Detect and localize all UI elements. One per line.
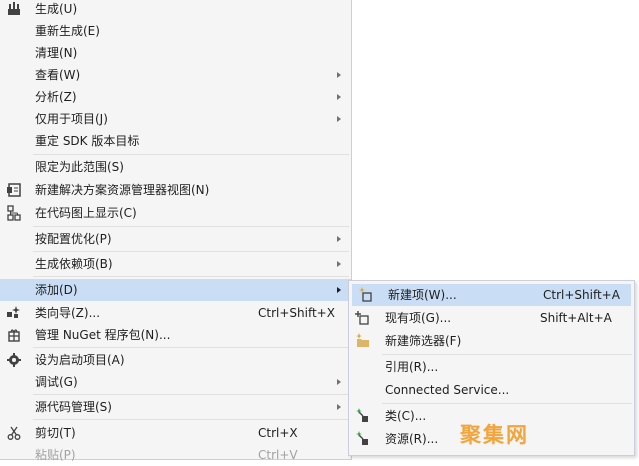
menu-item-label: 在代码图上显示(C) xyxy=(35,206,137,220)
scissors-icon xyxy=(6,425,22,441)
menu-item-add[interactable]: 添加(D) xyxy=(0,279,351,301)
menu-item-label: 调试(G) xyxy=(35,375,78,389)
menu-item-label: 设为启动项目(A) xyxy=(35,353,125,367)
menu-item-source-control[interactable]: 源代码管理(S) xyxy=(0,396,351,418)
menu-separator xyxy=(33,251,349,252)
menu-separator xyxy=(33,394,349,395)
menu-item-label: 管理 NuGet 程序包(N)... xyxy=(35,328,171,342)
menu-item-scope-to-this[interactable]: 限定为此范围(S) xyxy=(0,156,351,178)
menu-item-label: 重新生成(E) xyxy=(35,24,100,38)
menu-item-label: 限定为此范围(S) xyxy=(35,160,124,174)
shortcut-text: Ctrl+Shift+A xyxy=(543,288,620,302)
menu-separator xyxy=(33,276,349,277)
menu-separator xyxy=(382,354,632,355)
watermark-logo: 聚集网 xyxy=(460,423,529,447)
menu-separator xyxy=(33,419,349,420)
menu-item-paste[interactable]: 粘贴(P) Ctrl+V xyxy=(0,444,351,466)
existing-item-icon xyxy=(355,310,371,326)
menu-item-rebuild[interactable]: 重新生成(E) xyxy=(0,20,351,42)
shortcut-text: Ctrl+X xyxy=(258,426,298,440)
menu-item-label: 引用(R)... xyxy=(385,360,439,374)
nuget-icon xyxy=(6,327,22,343)
startup-gear-icon xyxy=(6,352,22,368)
menu-item-build[interactable]: 生成(U) xyxy=(0,0,351,20)
menu-item-label: 按配置优化(P) xyxy=(35,232,112,246)
menu-item-label: 新建解决方案资源管理器视图(N) xyxy=(35,183,210,197)
menu-item-label: 粘贴(P) xyxy=(35,448,76,462)
menu-item-label: Connected Service... xyxy=(385,383,510,397)
menu-item-set-startup[interactable]: 设为启动项目(A) xyxy=(0,349,351,371)
menu-item-project-only[interactable]: 仅用于项目(J) xyxy=(0,108,351,130)
menu-item-label: 生成(U) xyxy=(35,2,78,16)
menu-item-analyze[interactable]: 分析(Z) xyxy=(0,86,351,108)
new-item-icon xyxy=(358,287,374,303)
shortcut-text: Ctrl+Shift+X xyxy=(258,306,335,320)
shortcut-text: Shift+Alt+A xyxy=(540,311,612,325)
menu-item-label: 重定 SDK 版本目标 xyxy=(35,134,140,148)
menu-item-label: 资源(R)... xyxy=(385,432,439,446)
new-filter-folder-icon xyxy=(355,333,371,349)
menu-item-clean[interactable]: 清理(N) xyxy=(0,42,351,64)
menu-item-label: 类(C)... xyxy=(385,409,427,423)
submenu-item-reference[interactable]: 引用(R)... xyxy=(349,356,634,378)
menu-separator xyxy=(33,347,349,348)
resource-icon xyxy=(355,431,371,447)
menu-item-label: 新建项(W)... xyxy=(388,288,457,302)
menu-item-cut[interactable]: 剪切(T) Ctrl+X xyxy=(0,422,351,444)
menu-item-pgo[interactable]: 按配置优化(P) xyxy=(0,228,351,250)
submenu-arrow-icon xyxy=(337,287,341,293)
submenu-item-new-filter[interactable]: 新建筛选器(F) xyxy=(349,330,634,352)
menu-item-label: 生成依赖项(B) xyxy=(35,257,113,271)
submenu-arrow-icon xyxy=(337,379,341,385)
menu-item-label: 类向导(Z)... xyxy=(35,306,101,320)
submenu-arrow-icon xyxy=(337,116,341,122)
menu-item-class-wizard[interactable]: 类向导(Z)... Ctrl+Shift+X xyxy=(0,302,351,324)
menu-item-label: 清理(N) xyxy=(35,46,78,60)
submenu-arrow-icon xyxy=(337,94,341,100)
menu-item-manage-nuget[interactable]: 管理 NuGet 程序包(N)... xyxy=(0,324,351,346)
menu-item-build-dependencies[interactable]: 生成依赖项(B) xyxy=(0,253,351,275)
submenu-item-new-item[interactable]: 新建项(W)... Ctrl+Shift+A xyxy=(352,284,631,306)
submenu-item-connected-service[interactable]: Connected Service... xyxy=(349,379,634,401)
menu-item-label: 源代码管理(S) xyxy=(35,400,112,414)
menu-item-show-on-code-map[interactable]: 在代码图上显示(C) xyxy=(0,202,351,224)
menu-separator xyxy=(382,403,632,404)
menu-item-label: 现有项(G)... xyxy=(385,311,452,325)
new-explorer-view-icon xyxy=(6,182,22,198)
menu-separator xyxy=(33,226,349,227)
build-icon xyxy=(6,1,22,17)
menu-item-new-explorer-view[interactable]: 新建解决方案资源管理器视图(N) xyxy=(0,179,351,201)
menu-item-label: 查看(W) xyxy=(35,68,81,82)
menu-item-label: 新建筛选器(F) xyxy=(385,334,462,348)
menu-item-label: 剪切(T) xyxy=(35,426,76,440)
menu-item-label: 分析(Z) xyxy=(35,90,77,104)
submenu-arrow-icon xyxy=(337,404,341,410)
menu-item-debug[interactable]: 调试(G) xyxy=(0,371,351,393)
submenu-arrow-icon xyxy=(337,261,341,267)
menu-item-retarget-sdk[interactable]: 重定 SDK 版本目标 xyxy=(0,130,351,152)
code-map-icon xyxy=(6,205,22,221)
menu-item-label: 仅用于项目(J) xyxy=(35,112,108,126)
submenu-arrow-icon xyxy=(337,72,341,78)
menu-separator xyxy=(33,154,349,155)
submenu-arrow-icon xyxy=(337,236,341,242)
context-menu: 生成(U) 重新生成(E) 清理(N) 查看(W) 分析(Z) 仅用于项目(J)… xyxy=(0,0,352,462)
menu-item-label: 添加(D) xyxy=(35,283,78,297)
class-wizard-icon xyxy=(6,305,22,321)
menu-item-view[interactable]: 查看(W) xyxy=(0,64,351,86)
submenu-item-existing-item[interactable]: 现有项(G)... Shift+Alt+A xyxy=(349,307,634,329)
class-icon xyxy=(355,408,371,424)
shortcut-text: Ctrl+V xyxy=(258,448,298,462)
